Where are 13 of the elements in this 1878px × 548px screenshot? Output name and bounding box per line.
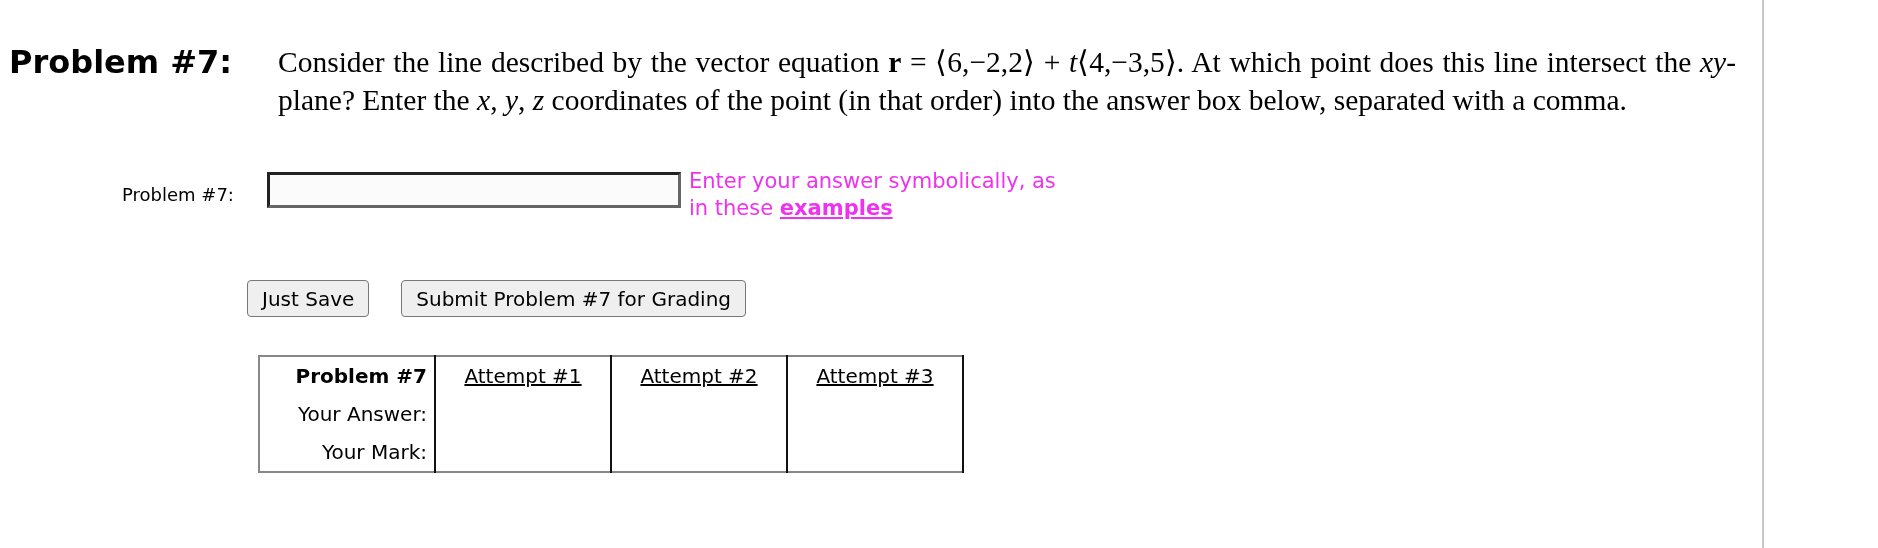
row-label: Your Mark:: [321, 440, 427, 464]
attempt-link[interactable]: Attempt #1: [464, 364, 582, 388]
row-label: Your Answer:: [297, 402, 427, 426]
attempt-link[interactable]: Attempt #3: [816, 364, 934, 388]
save-button[interactable]: Just Save: [247, 280, 370, 317]
table-header: Problem #7: [295, 364, 427, 388]
answer-label: Problem #7:: [121, 184, 235, 205]
submit-button[interactable]: Submit Problem #7 for Grading: [401, 280, 747, 317]
answer-field[interactable]: [267, 172, 681, 208]
problem-title: Problem #7:: [8, 42, 234, 83]
attempt-link[interactable]: Attempt #2: [640, 364, 758, 388]
problem-statement: Consider the line described by the vector equation r = ⟨6,−2,2⟩ + t⟨4,−3,5⟩. At which point does this line intersect the xy-plane? Enter the x, y, z coordinates of the point (in that order) into the answer box below, separated with a comma.: [278, 45, 1736, 118]
answer-hint: Enter your answer symbolically, as in these examples: [689, 168, 1057, 222]
